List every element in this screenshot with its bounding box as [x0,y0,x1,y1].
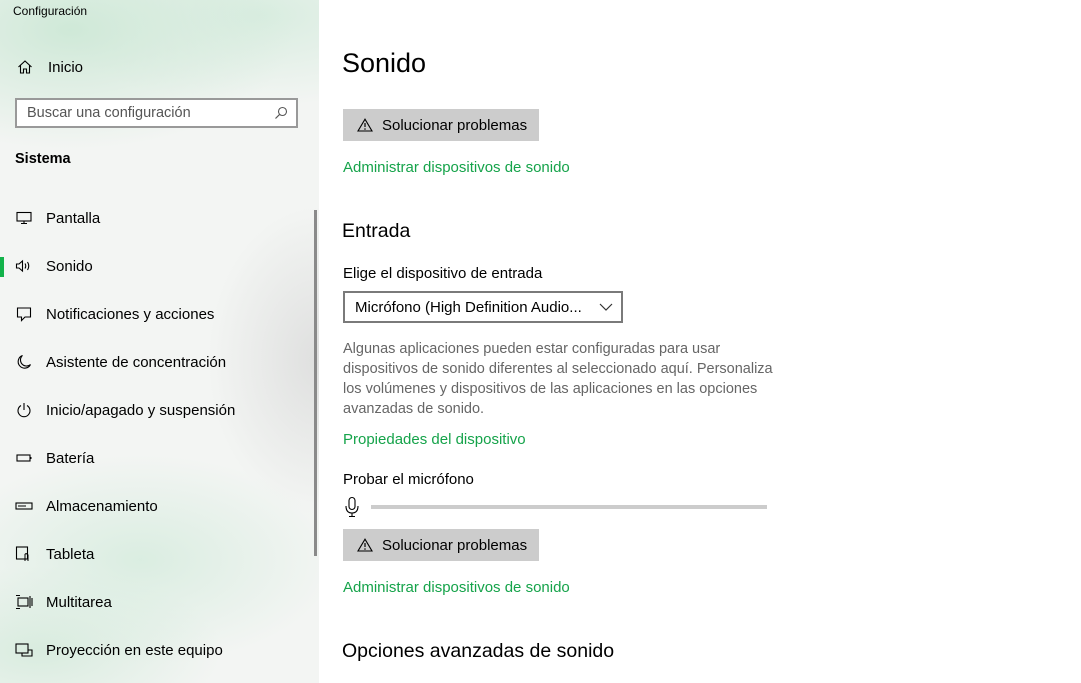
monitor-icon [14,208,34,228]
sidebar-item-home[interactable]: Inicio [15,56,83,78]
sidebar-item-label: Proyección en este equipo [46,641,223,659]
sidebar-scrollbar[interactable] [314,210,317,556]
sidebar-item-asistente-concentracion[interactable]: Asistente de concentración [0,344,300,380]
choose-input-label: Elige el dispositivo de entrada [343,265,543,282]
manage-sound-devices-link[interactable]: Administrar dispositivos de sonido [343,159,570,176]
troubleshoot-label: Solucionar problemas [382,116,528,134]
microphone-icon [343,496,361,518]
projection-icon [14,640,34,660]
home-icon [15,57,35,77]
storage-icon [14,496,34,516]
sidebar-item-tableta[interactable]: Tableta [0,536,300,572]
section-title-sistema: Sistema [15,151,71,167]
sidebar-item-notificaciones[interactable]: Notificaciones y acciones [0,296,300,332]
mic-test-row [343,496,767,518]
troubleshoot-label: Solucionar problemas [382,536,528,554]
advanced-sound-heading: Opciones avanzadas de sonido [342,640,615,662]
input-device-value: Micrófono (High Definition Audio... [355,298,582,316]
sidebar-item-label: Notificaciones y acciones [46,305,215,323]
sidebar-item-inicio-apagado[interactable]: Inicio/apagado y suspensión [0,392,300,428]
search-placeholder: Buscar una configuración [27,105,191,121]
sidebar-item-proyeccion[interactable]: Proyección en este equipo [0,632,300,668]
chevron-down-icon [591,303,621,311]
input-description: Algunas aplicaciones pueden estar config… [343,341,773,417]
sidebar-item-label: Inicio/apagado y suspensión [46,401,236,419]
troubleshoot-button[interactable]: Solucionar problemas [343,109,539,141]
page-title: Sonido [342,48,427,78]
sidebar-item-label: Pantalla [46,209,101,227]
warning-icon [357,538,373,552]
sidebar-item-pantalla[interactable]: Pantalla [0,200,300,236]
notification-icon [14,304,34,324]
sidebar-item-label: Batería [46,449,95,467]
sidebar-item-label: Tableta [46,545,95,563]
mic-level-meter [371,505,767,509]
sidebar-item-label: Sonido [46,257,93,275]
input-heading: Entrada [342,220,411,242]
device-properties-link[interactable]: Propiedades del dispositivo [343,431,526,448]
sidebar-item-label: Multitarea [46,593,112,611]
app-title: Configuración [13,4,88,18]
search-icon[interactable] [266,106,296,120]
sidebar-item-bateria[interactable]: Batería [0,440,300,476]
input-device-select[interactable]: Micrófono (High Definition Audio... [343,291,623,323]
sidebar: Configuración Inicio Buscar una configur… [0,0,319,683]
multitask-icon [14,592,34,612]
power-icon [14,400,34,420]
sidebar-item-sonido[interactable]: Sonido [0,248,300,284]
tablet-icon [14,544,34,564]
home-label: Inicio [48,58,84,76]
test-mic-label: Probar el micrófono [343,471,474,488]
troubleshoot-button-input[interactable]: Solucionar problemas [343,529,539,561]
manage-sound-devices-link-input[interactable]: Administrar dispositivos de sonido [343,579,570,596]
sidebar-item-multitarea[interactable]: Multitarea [0,584,300,620]
sidebar-item-label: Almacenamiento [46,497,158,515]
moon-icon [14,352,34,372]
sidebar-item-label: Asistente de concentración [46,353,227,371]
battery-icon [14,448,34,468]
main-content: Sonido Solucionar problemas Administrar … [319,0,1081,683]
search-input[interactable]: Buscar una configuración [15,98,298,128]
sidebar-item-almacenamiento[interactable]: Almacenamiento [0,488,300,524]
speaker-icon [14,256,34,276]
warning-icon [357,118,373,132]
